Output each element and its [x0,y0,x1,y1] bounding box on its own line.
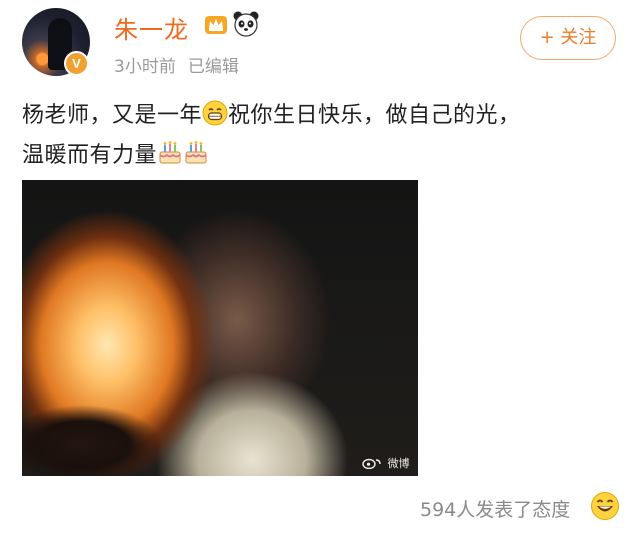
author-name[interactable]: 朱一龙 [114,10,189,45]
post-time: 3小时前 [114,57,176,77]
weibo-watermark: 微博 [362,455,410,471]
reactions-count[interactable]: 594人发表了态度 [420,495,570,522]
laugh-emoji-icon[interactable] [590,491,620,521]
watermark-text: 微博 [387,457,410,470]
weibo-logo-icon [362,458,381,470]
post-text: 杨老师，又是一年 祝你生日快乐，做自己的光， 温暖而有力量 [22,96,622,176]
crown-icon [205,16,227,34]
post-text-part2: 祝你生日快乐，做自己的光， [228,103,521,128]
panda-icon [233,11,259,37]
birthday-cake-icon [185,141,207,164]
post-text-part1: 杨老师，又是一年 [22,103,203,128]
post-meta: 3小时前 已编辑 [114,52,239,77]
grin-emoji-icon [202,100,228,126]
birthday-cake-icon [159,141,181,164]
image-hand-shadow [22,395,172,476]
edited-label: 已编辑 [187,57,239,77]
verified-badge: V [64,51,89,76]
follow-button[interactable]: + 关注 [520,16,616,60]
post-text-line2: 温暖而有力量 [22,143,158,168]
post-image[interactable] [22,180,418,476]
